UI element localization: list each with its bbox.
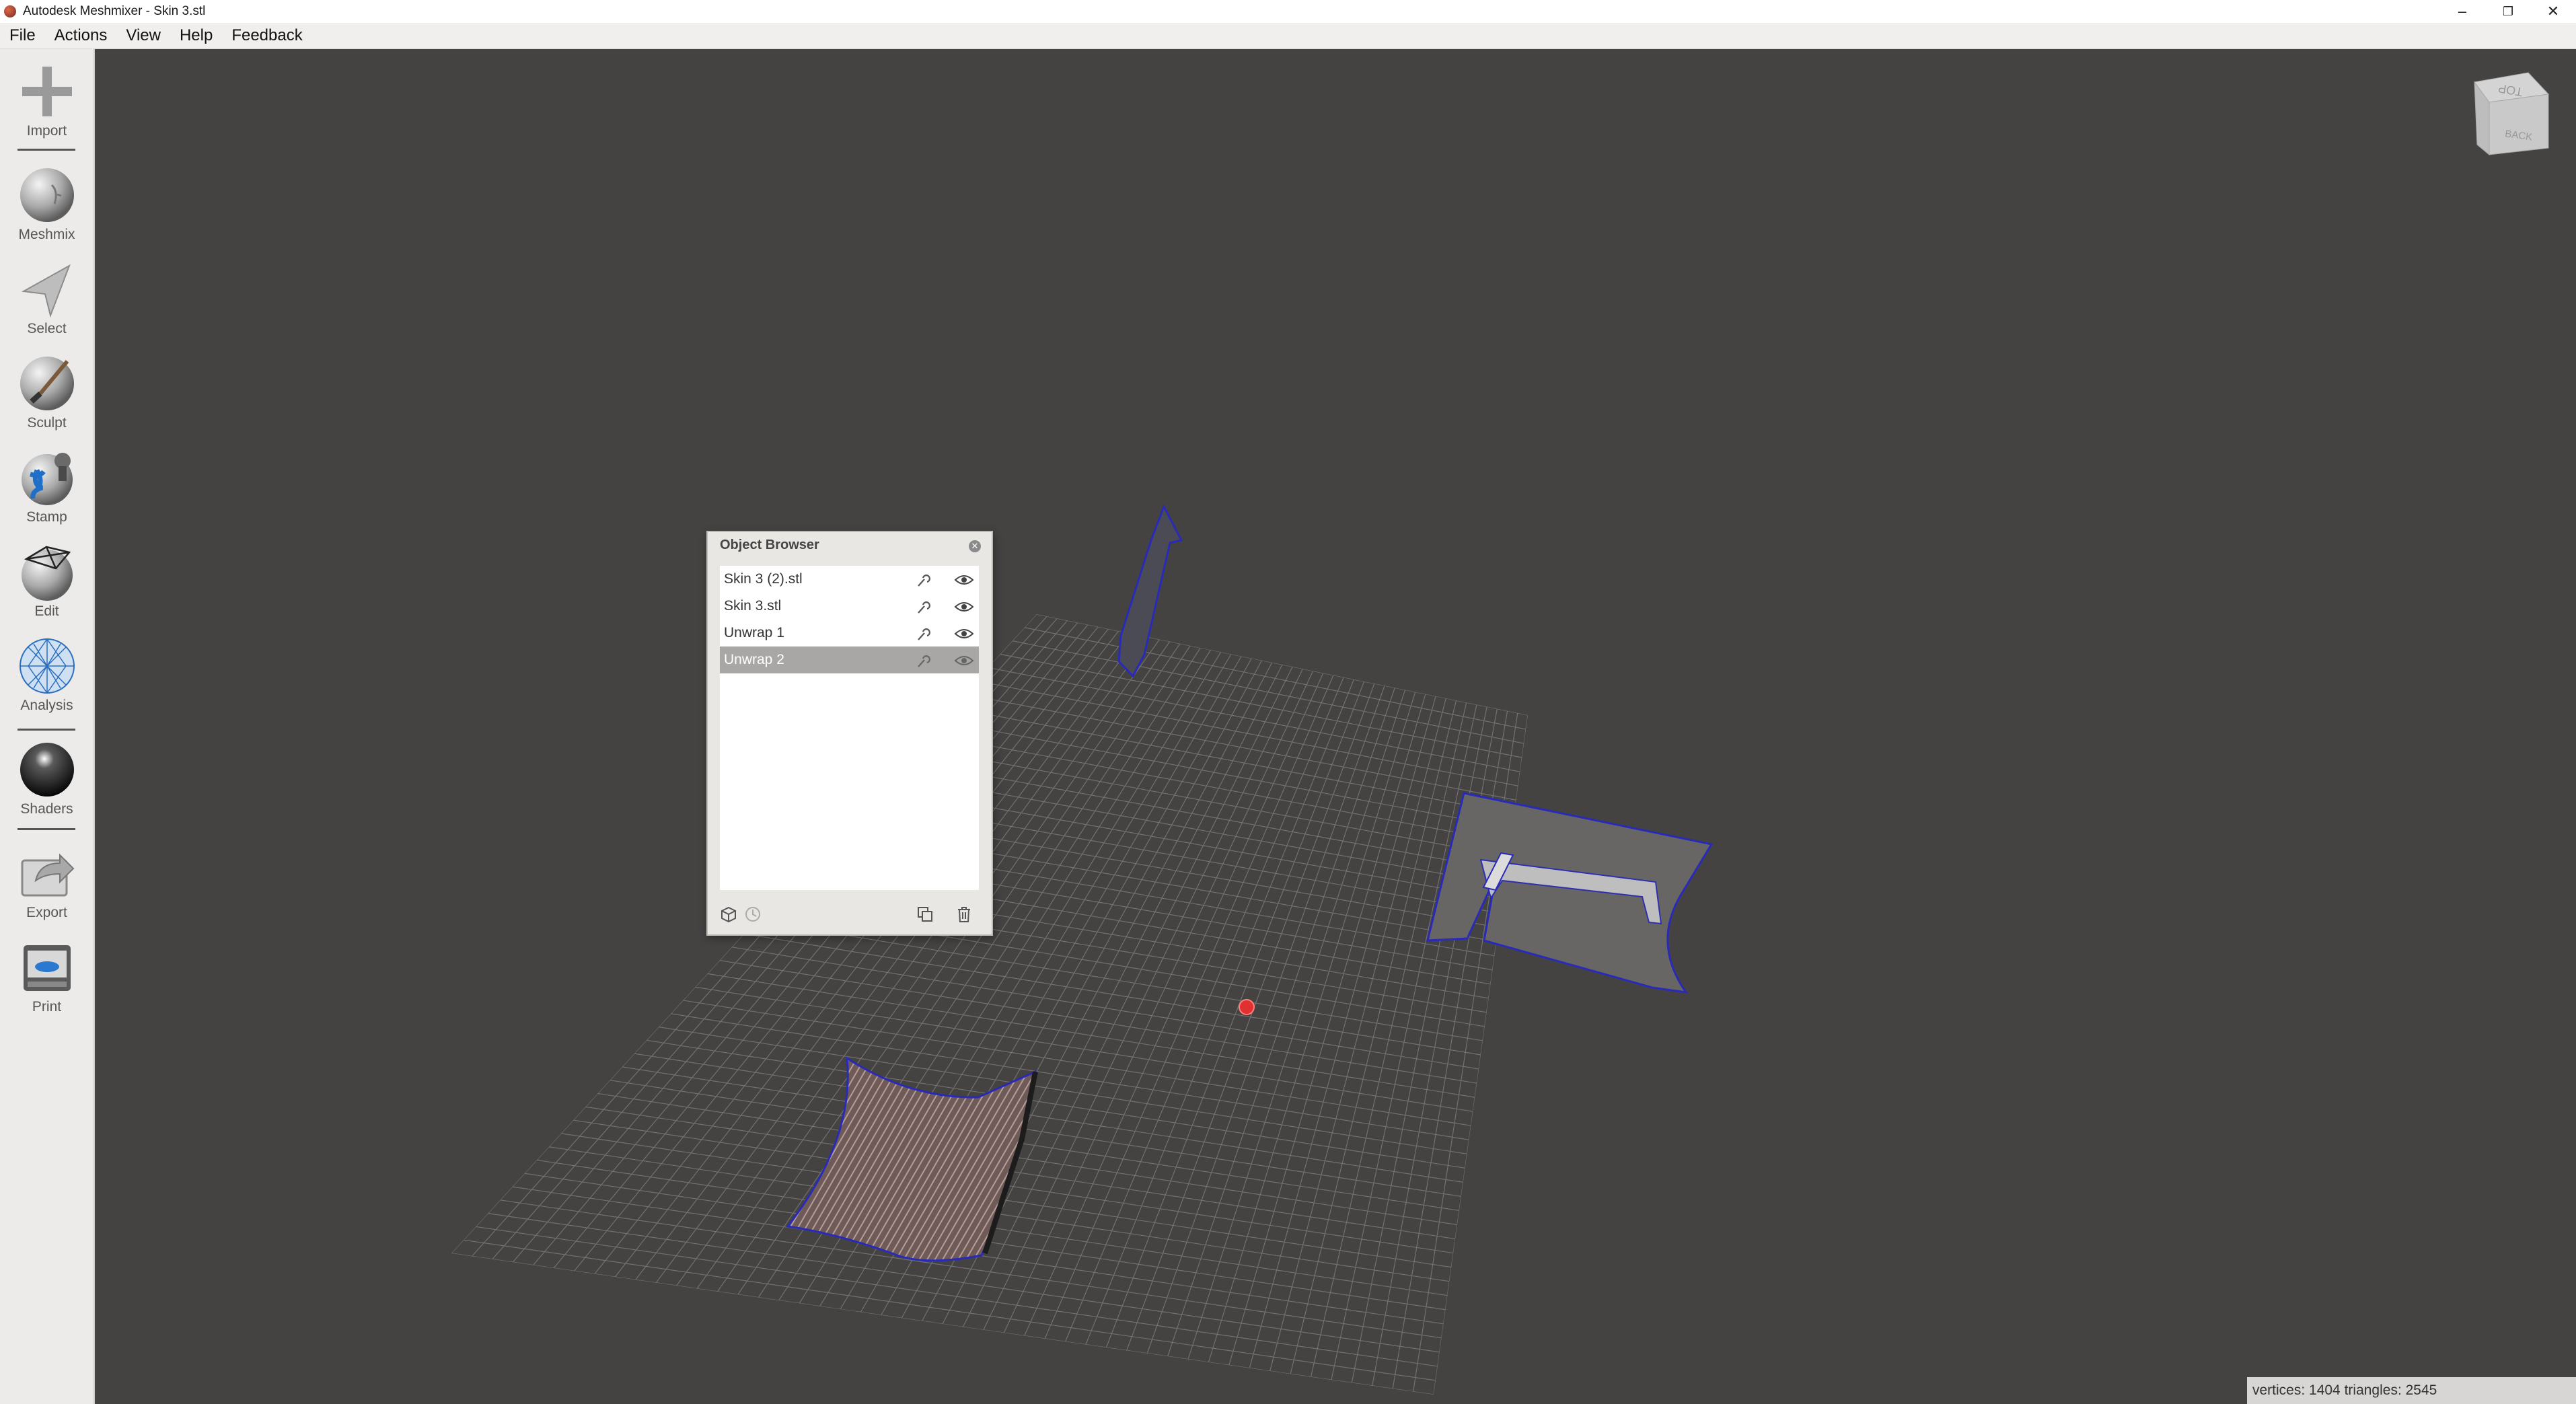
status-readout: vertices: 1404 triangles: 2545: [2247, 1377, 2576, 1404]
toolbar-divider: [17, 729, 75, 731]
mesh-unwrap-flat[interactable]: [1426, 792, 1714, 994]
shader-sphere-icon: [20, 743, 74, 797]
import-label: Import: [26, 123, 67, 139]
menu-bar: File Actions View Help Feedback: [0, 23, 2576, 49]
export-label: Export: [26, 905, 67, 920]
lock-icon[interactable]: [915, 599, 931, 616]
analysis-sphere-icon: [19, 638, 75, 694]
object-row-selected[interactable]: Unwrap 2: [720, 646, 979, 673]
trash-icon[interactable]: [955, 906, 973, 923]
printer-icon: [23, 945, 71, 991]
shaders-button[interactable]: Shaders: [0, 739, 94, 817]
meshmix-label: Meshmix: [18, 227, 75, 242]
sculpt-label: Sculpt: [27, 415, 67, 431]
print-button[interactable]: Print: [0, 937, 94, 1015]
pivot-clock-icon[interactable]: [744, 906, 762, 923]
restore-icon[interactable]: ❐: [2485, 0, 2531, 23]
toolbar-divider: [17, 149, 75, 151]
menu-view[interactable]: View: [116, 23, 170, 48]
analysis-label: Analysis: [20, 698, 73, 713]
view-cube-shape: TOP BACK: [2474, 72, 2550, 156]
sculpt-button[interactable]: Sculpt: [0, 353, 94, 431]
import-button[interactable]: Import: [0, 61, 94, 139]
meshmix-head-icon: [20, 168, 74, 222]
lock-icon[interactable]: [915, 626, 931, 642]
plus-icon: [22, 67, 72, 116]
arrow-cursor-icon: [21, 264, 71, 318]
pivot-point[interactable]: [1239, 999, 1255, 1015]
stamp-sphere-icon: [21, 453, 73, 505]
object-browser-title: Object Browser: [720, 538, 819, 552]
object-row[interactable]: Skin 3.stl: [720, 593, 979, 620]
close-icon[interactable]: ✕: [969, 540, 981, 552]
object-row[interactable]: Unwrap 1: [720, 620, 979, 646]
cube-icon[interactable]: [720, 906, 737, 923]
stamp-label: Stamp: [26, 509, 67, 525]
meshmix-button[interactable]: Meshmix: [0, 165, 94, 243]
select-label: Select: [27, 321, 67, 336]
duplicate-icon[interactable]: [916, 906, 934, 923]
edit-sphere-icon: [21, 546, 73, 601]
object-name: Skin 3 (2).stl: [724, 571, 803, 587]
window-title: Autodesk Meshmixer - Skin 3.stl: [23, 4, 206, 18]
eye-icon[interactable]: [954, 627, 974, 640]
close-icon[interactable]: ✕: [2530, 0, 2576, 23]
edit-button[interactable]: Edit: [0, 542, 94, 620]
3d-viewport[interactable]: TOP BACK: [95, 49, 2576, 1404]
menu-feedback[interactable]: Feedback: [222, 23, 311, 48]
toolbar-divider: [17, 828, 75, 830]
stamp-button[interactable]: Stamp: [0, 447, 94, 525]
main-toolbar: Import Meshmix Select Sculpt Stamp Edit …: [0, 49, 95, 1404]
object-name: Unwrap 1: [724, 625, 784, 640]
scene-canvas[interactable]: [95, 49, 2576, 1404]
eye-icon[interactable]: [954, 600, 974, 614]
lock-icon[interactable]: [915, 653, 931, 669]
edit-label: Edit: [34, 603, 59, 619]
menu-actions[interactable]: Actions: [45, 23, 117, 48]
brush-sphere-icon: [20, 357, 74, 410]
menu-file[interactable]: File: [0, 23, 45, 48]
select-button[interactable]: Select: [0, 259, 94, 337]
export-button[interactable]: Export: [0, 843, 94, 921]
object-browser-panel[interactable]: Object Browser ✕ Skin 3 (2).stl Skin 3.s…: [706, 531, 993, 936]
lock-icon[interactable]: [915, 572, 931, 589]
object-name: Skin 3.stl: [724, 598, 782, 614]
app-icon: [4, 5, 16, 17]
export-icon: [21, 853, 74, 897]
object-list: Skin 3 (2).stl Skin 3.stl Unwrap 1 Unwra…: [720, 566, 979, 890]
view-cube[interactable]: TOP BACK: [2462, 67, 2556, 175]
mesh-skin-surface[interactable]: [786, 1056, 1037, 1262]
minimize-icon[interactable]: –: [2439, 0, 2485, 23]
menu-help[interactable]: Help: [170, 23, 222, 48]
print-label: Print: [32, 999, 62, 1014]
title-bar: Autodesk Meshmixer - Skin 3.stl – ❐ ✕: [0, 0, 2576, 23]
object-name: Unwrap 2: [724, 652, 784, 667]
eye-icon[interactable]: [954, 654, 974, 667]
analysis-button[interactable]: Analysis: [0, 636, 94, 714]
mesh-vertical-strip[interactable]: [1117, 504, 1183, 678]
shaders-label: Shaders: [20, 801, 73, 817]
object-row[interactable]: Skin 3 (2).stl: [720, 566, 979, 593]
eye-icon[interactable]: [954, 573, 974, 587]
